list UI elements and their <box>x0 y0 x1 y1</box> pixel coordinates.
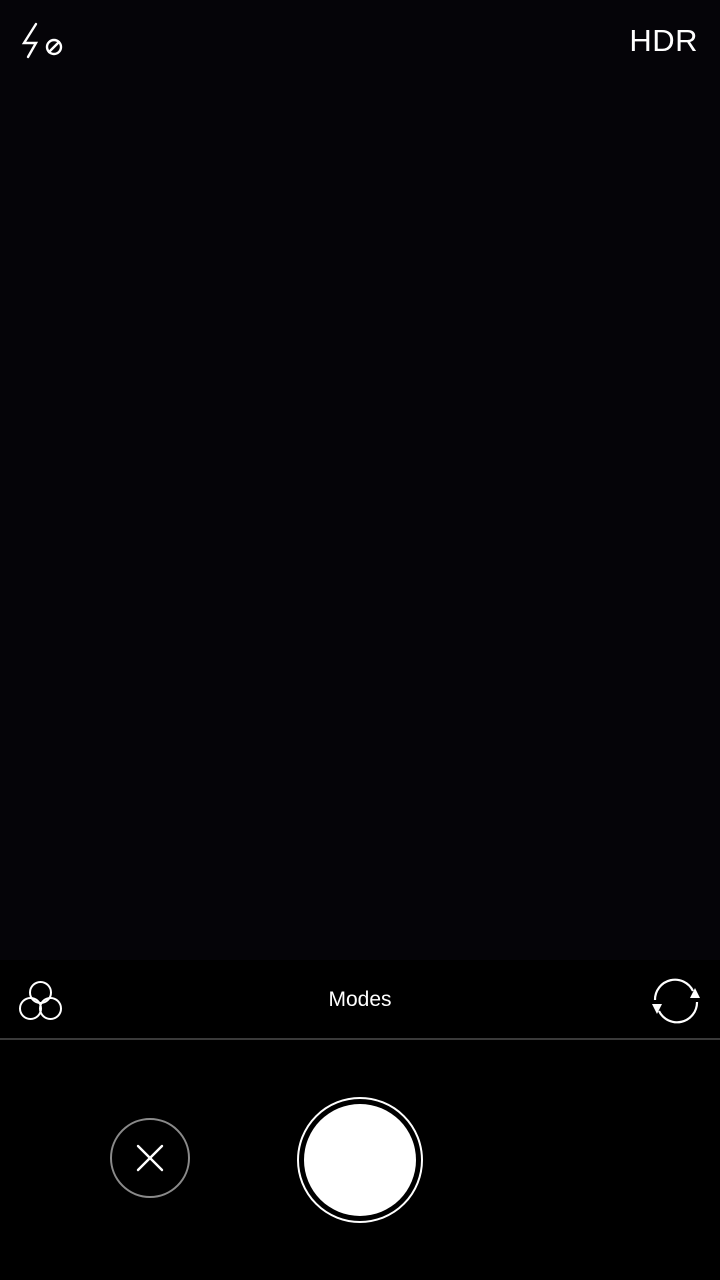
modes-button[interactable]: Modes <box>260 986 460 1014</box>
switch-camera-button[interactable] <box>648 976 704 1026</box>
filters-icon <box>19 981 62 1020</box>
shutter-button[interactable] <box>297 1097 423 1223</box>
cancel-button[interactable] <box>110 1118 190 1198</box>
flash-toggle-button[interactable] <box>14 16 70 64</box>
camera-screen: HDR Modes <box>0 0 720 1280</box>
filters-button[interactable] <box>16 978 66 1024</box>
top-bar: HDR <box>0 0 720 82</box>
close-icon <box>136 1144 164 1172</box>
hdr-toggle-button[interactable]: HDR <box>629 22 698 60</box>
shutter-inner-disc <box>304 1104 416 1216</box>
flash-off-icon <box>21 22 63 59</box>
camera-viewfinder[interactable] <box>0 0 720 960</box>
capture-controls <box>0 1040 720 1280</box>
mode-bar: Modes <box>0 960 720 1040</box>
switch-camera-icon <box>652 978 700 1024</box>
